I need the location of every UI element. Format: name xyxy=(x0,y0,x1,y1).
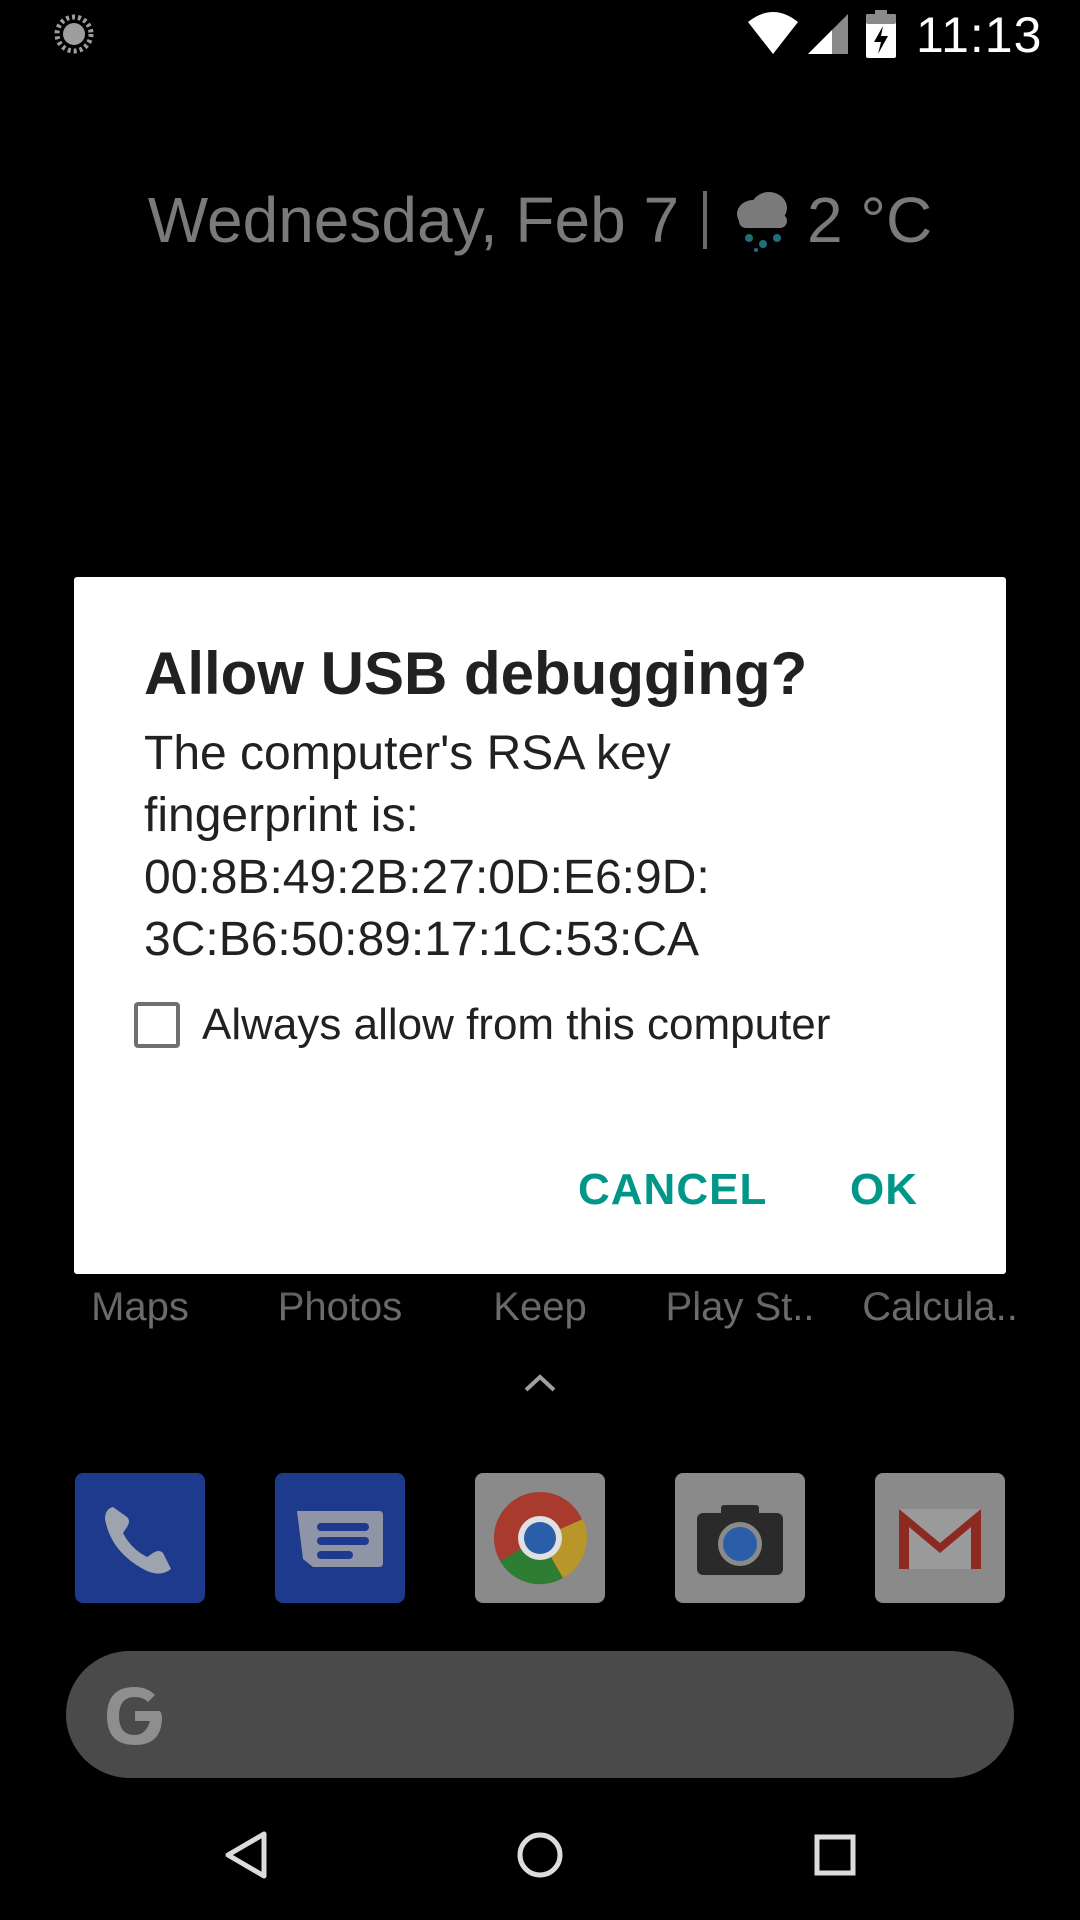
cell-signal-icon xyxy=(808,14,848,54)
recents-square-icon xyxy=(814,1834,856,1876)
back-triangle-icon xyxy=(225,1831,267,1879)
app-label-play-store[interactable]: Play St.. xyxy=(640,1285,840,1330)
dialog-message: The computer's RSA key fingerprint is: 0… xyxy=(144,723,944,971)
recents-button[interactable] xyxy=(800,1820,870,1890)
cancel-button[interactable]: CANCEL xyxy=(578,1165,767,1215)
chrome-app[interactable] xyxy=(475,1473,605,1603)
gmail-app[interactable] xyxy=(875,1473,1005,1603)
back-button[interactable] xyxy=(210,1820,280,1890)
gmail-icon xyxy=(899,1509,981,1569)
rsa-fingerprint-line: 3C:B6:50:89:17:1C:53:CA xyxy=(144,913,700,966)
google-g-icon xyxy=(107,1687,162,1745)
chevron-up-icon[interactable] xyxy=(523,1373,557,1393)
dock xyxy=(0,1473,1080,1603)
battery-charging-icon xyxy=(866,10,896,58)
camera-app[interactable] xyxy=(675,1473,805,1603)
usb-debugging-dialog: Allow USB debugging? The computer's RSA … xyxy=(74,577,1006,1274)
app-label-calculator[interactable]: Calcula.. xyxy=(840,1285,1040,1330)
rsa-fingerprint-line: 00:8B:49:2B:27:0D:E6:9D: xyxy=(144,851,710,904)
ok-button[interactable]: OK xyxy=(850,1165,918,1215)
wifi-icon xyxy=(748,12,798,54)
dialog-message-line: fingerprint is: xyxy=(144,789,419,842)
always-allow-label[interactable]: Always allow from this computer xyxy=(202,1000,830,1050)
dialog-title: Allow USB debugging? xyxy=(144,640,808,707)
status-bar: 11:13 xyxy=(0,0,1080,70)
home-app-labels: Maps Photos Keep Play St.. Calcula.. xyxy=(0,1285,1080,1335)
temperature-text: 2 °C xyxy=(807,184,933,256)
message-bubble-icon xyxy=(297,1511,383,1567)
loading-spinner-icon xyxy=(54,14,94,54)
always-allow-row[interactable]: Always allow from this computer xyxy=(134,995,830,1055)
always-allow-checkbox[interactable] xyxy=(134,1002,180,1048)
google-search-bar[interactable] xyxy=(66,1651,1014,1778)
dialog-message-line: The computer's RSA key xyxy=(144,727,671,780)
home-circle-icon xyxy=(517,1832,563,1878)
app-label-photos[interactable]: Photos xyxy=(240,1285,440,1330)
app-label-keep[interactable]: Keep xyxy=(440,1285,640,1330)
divider xyxy=(703,191,708,249)
home-button[interactable] xyxy=(505,1820,575,1890)
camera-icon xyxy=(697,1505,783,1575)
status-time: 11:13 xyxy=(916,7,1043,63)
phone-icon xyxy=(105,1507,171,1574)
date-weather-row[interactable]: Wednesday, Feb 7 2 °C xyxy=(0,180,1080,260)
date-text: Wednesday, Feb 7 xyxy=(147,184,680,256)
messages-app[interactable] xyxy=(275,1473,405,1603)
phone-app[interactable] xyxy=(75,1473,205,1603)
chrome-icon xyxy=(494,1492,587,1585)
app-label-maps[interactable]: Maps xyxy=(40,1285,240,1330)
navigation-bar xyxy=(0,1790,1080,1920)
rain-cloud-icon xyxy=(737,192,788,252)
